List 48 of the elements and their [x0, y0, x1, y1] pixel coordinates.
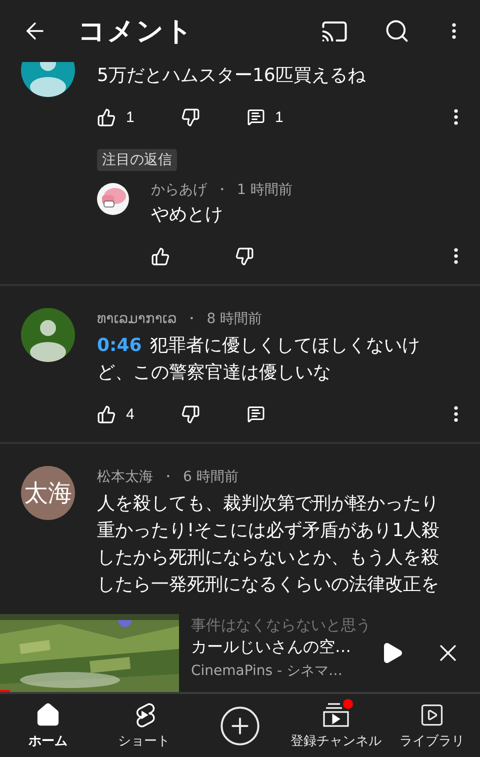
separator-dot: ・ [215, 181, 229, 199]
video-title: カールじいさんの空… [191, 637, 352, 658]
comment-text: やめとけ [151, 203, 224, 227]
avatar[interactable] [21, 308, 75, 362]
thumbs-up-icon [151, 246, 170, 266]
comment-time: 1 時間前 [237, 181, 292, 199]
mini-player[interactable]: 事件はなくならないと思う カールじいさんの空… CinemaPins - シネマ… [0, 614, 480, 694]
comment-time: 8 時間前 [206, 310, 262, 328]
separator-dot: ・ [161, 468, 175, 486]
more-icon [454, 406, 458, 422]
thumbs-down-icon [181, 108, 200, 126]
author-name: ທາເລມາກາເລ [97, 311, 177, 327]
search-button[interactable] [384, 18, 410, 44]
avatar[interactable]: 太海 [21, 466, 75, 520]
thumbs-up-icon [97, 404, 116, 424]
comment-icon [247, 405, 265, 423]
home-icon [35, 702, 61, 728]
nav-tab[interactable]: ライブラリ [384, 702, 480, 750]
faded-comment-text: 事件はなくならないと思う [191, 616, 370, 635]
thumbs-down-icon [181, 404, 200, 424]
nav-tab[interactable]: ショート [96, 702, 192, 750]
author-name: からあげ [151, 181, 207, 199]
more-icon [454, 248, 458, 264]
nav-tab[interactable]: ホーム [0, 702, 96, 750]
comment-time: 6 時間前 [183, 468, 238, 486]
thumbs-down-icon [235, 246, 254, 266]
pinned-reply-badge: 注目の返信 [97, 149, 177, 171]
like-button[interactable]: 1 [97, 108, 181, 126]
comment-icon [247, 108, 265, 126]
subscriptions-icon [322, 702, 350, 728]
search-icon [384, 18, 410, 44]
nav-tab[interactable]: 登録チャンネル [288, 702, 384, 750]
like-button[interactable]: 4 [97, 404, 181, 424]
avatar[interactable] [97, 183, 129, 215]
create-icon [218, 704, 262, 748]
comment-text: 0:46 犯罪者に優しくしてほしくないけど、この警察官達は優しいな [97, 334, 421, 385]
timestamp-link[interactable]: 0:46 [97, 335, 142, 356]
page-title: コメント [78, 15, 195, 49]
more-icon [454, 109, 458, 125]
thumbs-up-icon [97, 108, 116, 126]
reply-button[interactable]: 1 [247, 108, 327, 126]
author-name: 松本太海 [97, 468, 153, 486]
library-icon [419, 702, 445, 728]
separator-dot: ・ [184, 310, 199, 328]
channel-name: CinemaPins - シネマ… [191, 662, 344, 680]
comment-text: 人を殺しても、裁判次第で刑が軽かったり重かったり!そこには必ず矛盾があり1人殺したから死刑にならないとか、もう人を殺したら一発死刑になるくらいの法律改正を [97, 492, 441, 597]
more-icon [452, 23, 456, 39]
comment-text: 5万だとハムスター16匹買えるね [97, 64, 366, 88]
